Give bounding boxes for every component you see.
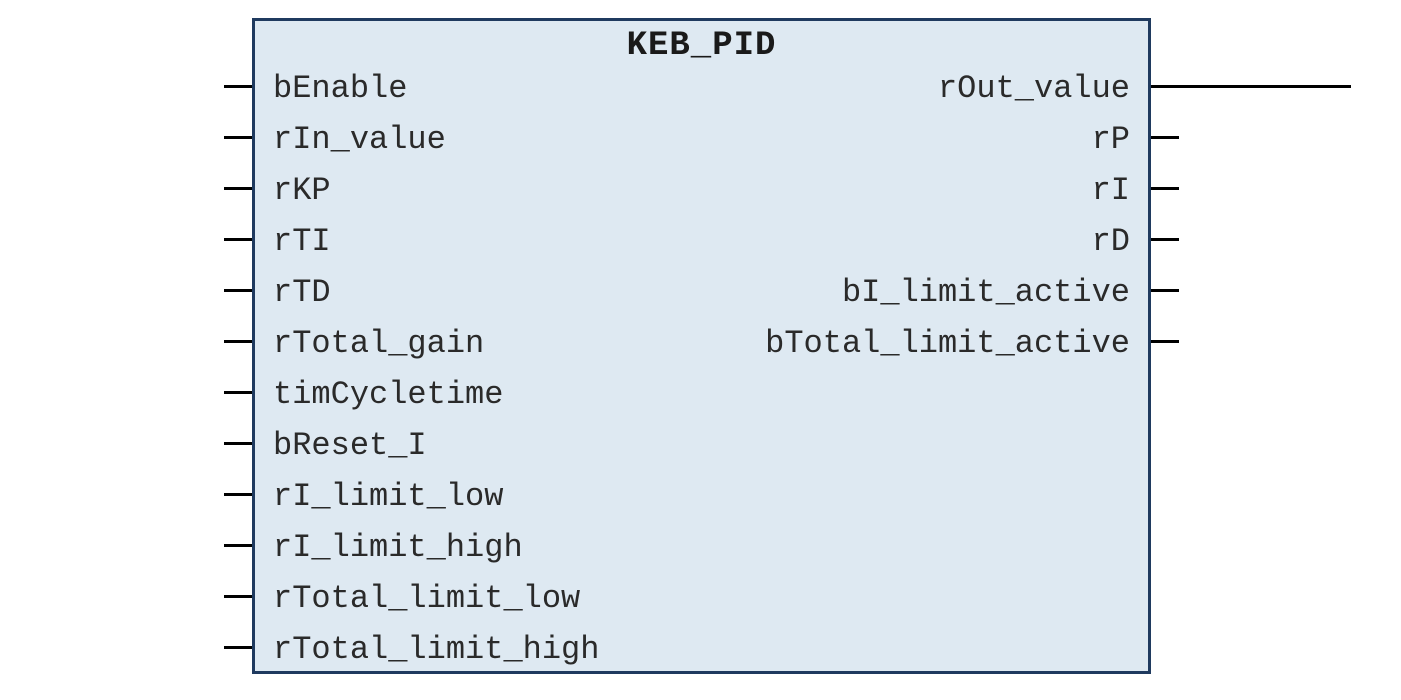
output-pin-label: bI_limit_active — [842, 277, 1130, 309]
function-block: KEB_PID bEnable rIn_value rKP rTI rTD rTotal_… — [252, 18, 1151, 674]
input-pin-label: bEnable — [273, 73, 407, 105]
block-title: KEB_PID — [255, 27, 1148, 65]
input-pin-stub — [224, 544, 252, 547]
input-pin-stub — [224, 136, 252, 139]
input-pin-label: rTD — [273, 277, 331, 309]
output-pin-label: rD — [1092, 226, 1130, 258]
diagram-canvas: KEB_PID bEnable rIn_value rKP rTI rTD rTotal_… — [0, 0, 1401, 700]
input-pin-label: rTI — [273, 226, 331, 258]
input-pin-label: rTotal_limit_high — [273, 634, 599, 666]
input-pin-stub — [224, 85, 252, 88]
input-pin-stub — [224, 289, 252, 292]
input-pin-label: timCycletime — [273, 379, 503, 411]
output-pin-label: rOut_value — [938, 73, 1130, 105]
input-pin-label: bReset_I — [273, 430, 427, 462]
output-pin-label: rP — [1092, 124, 1130, 156]
output-pin-stub — [1151, 238, 1179, 241]
output-pin-stub — [1151, 340, 1179, 343]
input-pin-label: rI_limit_high — [273, 532, 523, 564]
output-pin-stub — [1151, 85, 1351, 88]
input-pin-stub — [224, 340, 252, 343]
output-pin-stub — [1151, 289, 1179, 292]
input-pin-label: rI_limit_low — [273, 481, 503, 513]
input-pin-label: rTotal_gain — [273, 328, 484, 360]
input-pin-stub — [224, 442, 252, 445]
input-pin-stub — [224, 595, 252, 598]
input-pin-label: rTotal_limit_low — [273, 583, 580, 615]
input-pin-stub — [224, 493, 252, 496]
output-pin-stub — [1151, 187, 1179, 190]
input-pin-stub — [224, 238, 252, 241]
output-pin-label: rI — [1092, 175, 1130, 207]
input-pin-label: rIn_value — [273, 124, 446, 156]
input-pin-stub — [224, 646, 252, 649]
output-pin-stub — [1151, 136, 1179, 139]
input-pin-stub — [224, 391, 252, 394]
input-pin-stub — [224, 187, 252, 190]
output-pin-label: bTotal_limit_active — [765, 328, 1130, 360]
input-pin-label: rKP — [273, 175, 331, 207]
